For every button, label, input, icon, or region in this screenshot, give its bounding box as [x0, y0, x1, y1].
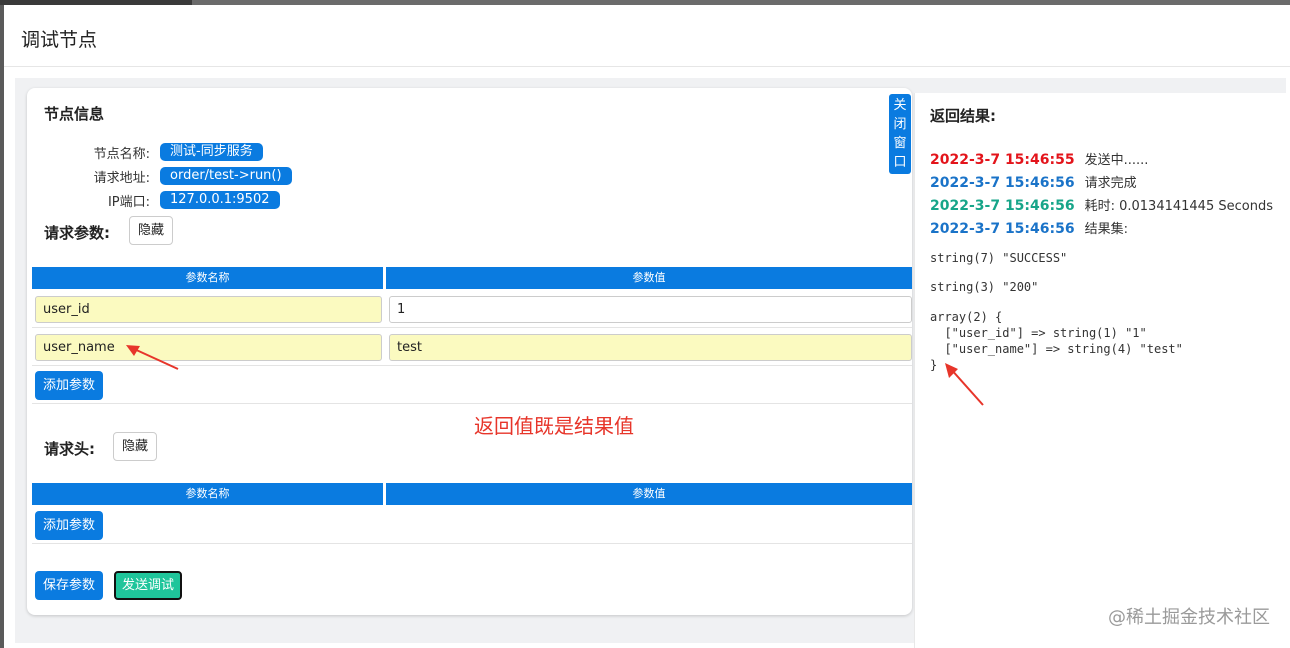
- request-headers-title: 请求头:: [44, 440, 95, 458]
- log-time: 2022-3-7 15:46:56: [930, 221, 1075, 237]
- request-url-badge: order/test->run(): [160, 167, 292, 185]
- modal-header: 调试节点: [4, 5, 1290, 67]
- log-line: 2022-3-7 15:46:56 结果集:: [930, 218, 1128, 237]
- log-time: 2022-3-7 15:46:55: [930, 152, 1075, 168]
- hide-headers-button[interactable]: 隐藏: [113, 432, 158, 461]
- param-value-input[interactable]: test: [389, 334, 912, 361]
- row-divider: [32, 327, 912, 328]
- close-window-char: 关: [893, 98, 907, 113]
- log-message: 耗时: 0.0134141445 Seconds: [1084, 199, 1273, 214]
- ip-port-label: IP端口:: [107, 195, 150, 210]
- log-message: 请求完成: [1084, 176, 1137, 191]
- node-name-badge: 测试-同步服务: [160, 143, 263, 161]
- params-header-value: 参数值: [386, 267, 912, 289]
- result-output: string(7) "SUCCESS": [930, 251, 1068, 265]
- headers-header-value: 参数值: [386, 483, 912, 505]
- annotation-text: 返回值既是结果值: [474, 414, 634, 438]
- param-value-input[interactable]: 1: [389, 296, 912, 323]
- node-name-label: 节点名称:: [93, 147, 150, 162]
- log-line: 2022-3-7 15:46:56 请求完成: [930, 172, 1137, 191]
- row-divider: [32, 403, 912, 404]
- result-output: string(3) "200": [930, 280, 1039, 294]
- log-message: 发送中......: [1084, 153, 1149, 168]
- log-time: 2022-3-7 15:46:56: [930, 175, 1075, 191]
- save-params-button[interactable]: 保存参数: [35, 571, 104, 600]
- close-window-char: 口: [893, 155, 907, 170]
- request-url-label: 请求地址:: [93, 171, 150, 186]
- annotation-arrow-icon: [126, 345, 179, 370]
- send-debug-button[interactable]: 发送调试: [114, 571, 183, 600]
- params-header-name: 参数名称: [32, 267, 383, 289]
- log-time: 2022-3-7 15:46:56: [930, 198, 1075, 214]
- log-line: 2022-3-7 15:46:56 耗时: 0.0134141445 Second…: [930, 195, 1273, 214]
- log-message: 结果集:: [1084, 222, 1128, 237]
- headers-header-name: 参数名称: [32, 483, 383, 505]
- row-divider: [32, 543, 912, 544]
- add-param-button[interactable]: 添加参数: [35, 371, 104, 400]
- close-window-char: 窗: [893, 136, 907, 151]
- hide-params-button[interactable]: 隐藏: [129, 216, 174, 245]
- param-name-input[interactable]: user_name: [35, 334, 382, 361]
- result-title: 返回结果:: [930, 107, 996, 125]
- watermark: @稀土掘金技术社区: [1108, 607, 1270, 628]
- add-header-button[interactable]: 添加参数: [35, 511, 104, 540]
- param-name-input[interactable]: user_id: [35, 296, 382, 323]
- close-window-button[interactable]: 关 闭 窗 口: [889, 94, 911, 174]
- close-window-char: 闭: [893, 117, 907, 132]
- annotation-arrow-icon: [945, 363, 984, 406]
- modal-title: 调试节点: [21, 29, 98, 51]
- log-line: 2022-3-7 15:46:55 发送中......: [930, 149, 1148, 168]
- node-info-title: 节点信息: [44, 105, 105, 123]
- request-params-title: 请求参数:: [44, 224, 110, 242]
- ip-port-badge: 127.0.0.1:9502: [160, 191, 280, 209]
